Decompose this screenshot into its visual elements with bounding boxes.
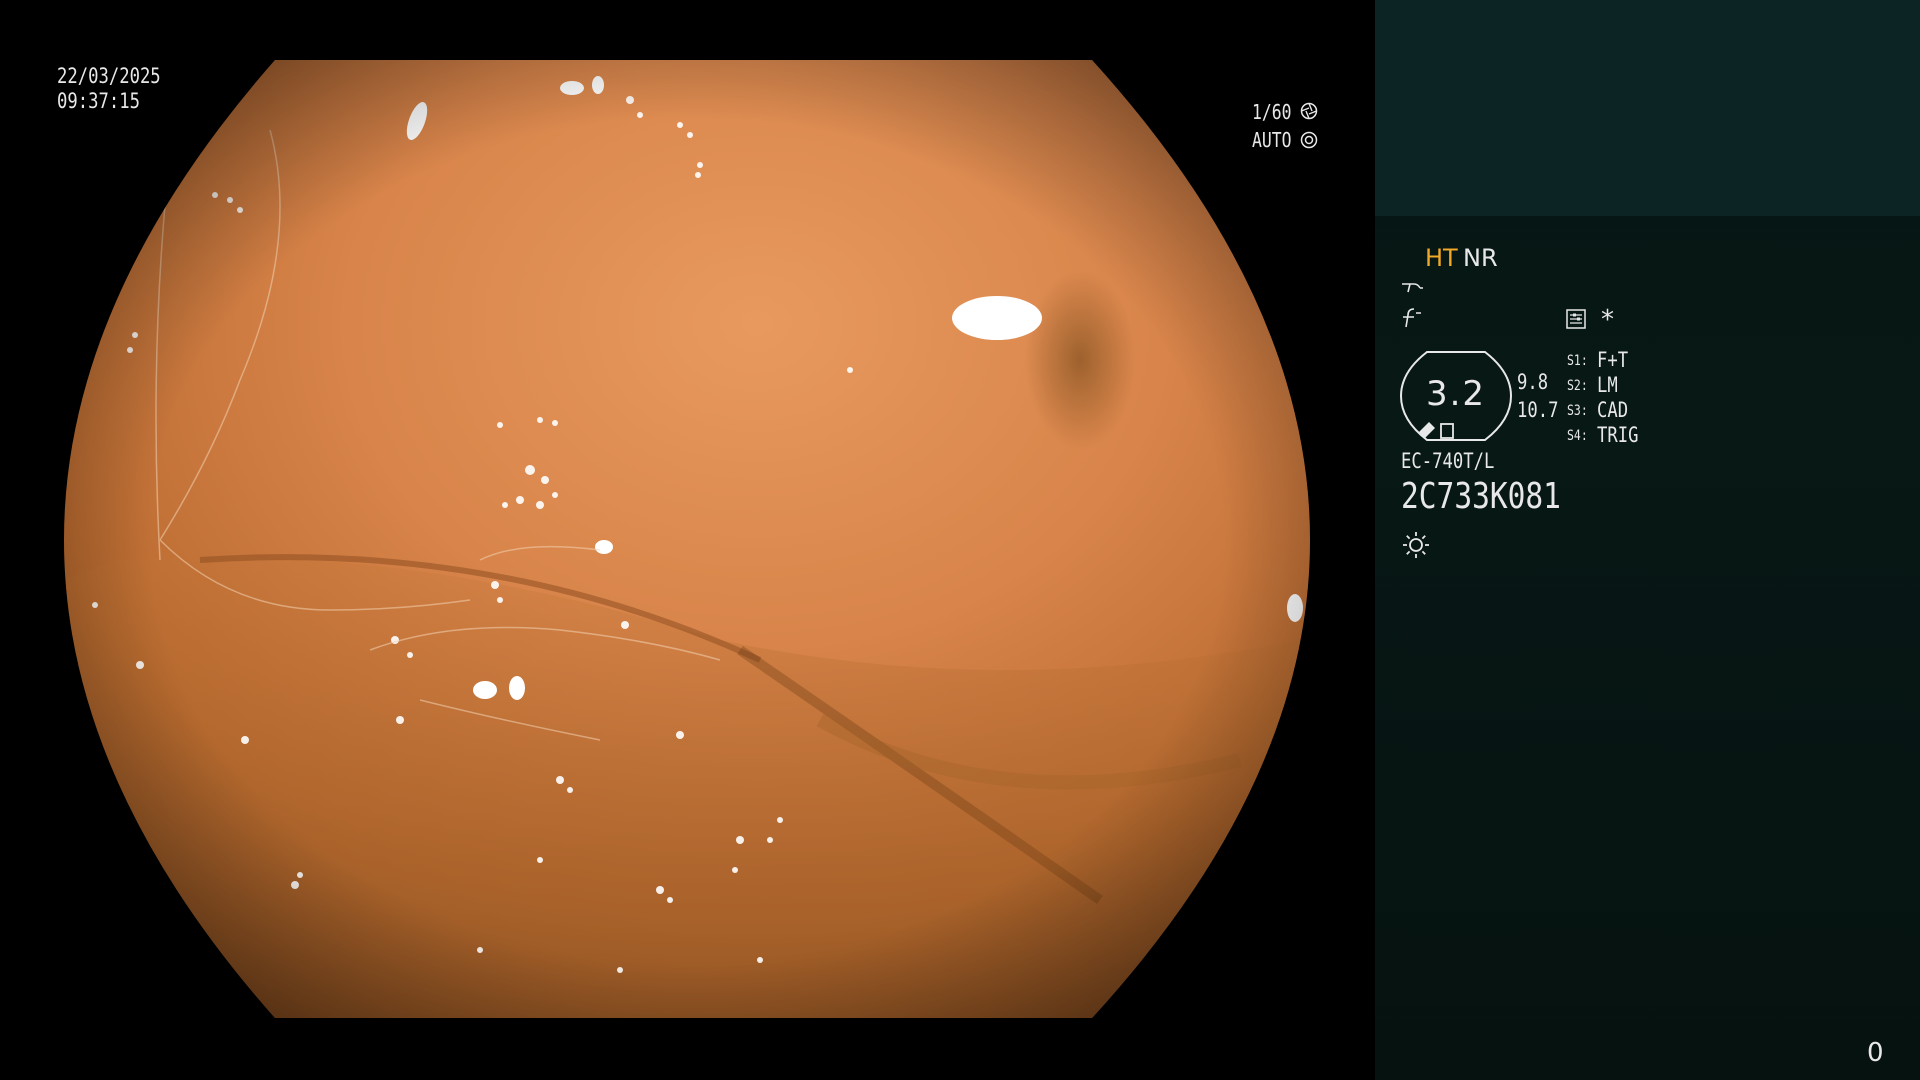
time-label: 09:37:15	[57, 89, 140, 113]
mode-ht-label: HT	[1425, 244, 1458, 272]
curve-icon	[1400, 307, 1424, 329]
serial-number: 2C733K081	[1401, 476, 1561, 517]
switch-value: CAD	[1597, 398, 1629, 422]
shutter-label: 1/60	[1252, 100, 1292, 124]
stiffness-icon	[1400, 278, 1424, 298]
asterisk-label: *	[1601, 305, 1614, 335]
endoscopic-image	[64, 60, 1310, 1018]
mode-nr-label: NR	[1463, 244, 1498, 272]
zoom-value: 3.2	[1425, 374, 1487, 414]
switch-key: S1:	[1567, 353, 1588, 369]
switch-key: S2:	[1567, 378, 1588, 394]
shutter-icon	[1300, 102, 1318, 120]
switch-key: S4:	[1567, 428, 1588, 444]
switch-key: S3:	[1567, 403, 1588, 419]
iris-icon	[1300, 131, 1318, 149]
scope-model-label: EC-740T/L	[1401, 449, 1495, 473]
settings-icon	[1565, 308, 1587, 330]
frame-counter: 0	[1867, 1038, 1884, 1068]
value-2: 10.7	[1517, 398, 1559, 422]
value-1: 9.8	[1517, 370, 1549, 394]
iris-mode-label: AUTO	[1252, 128, 1292, 152]
switch-value: LM	[1597, 373, 1618, 397]
info-panel: HT NR * 3.2 9.8 10.7 S1: F+T S2: LM S3: …	[1375, 0, 1920, 1080]
zoom-badge: 3.2	[1399, 350, 1513, 442]
endoscope-viewport: 22/03/2025 09:37:15 1/60 AUTO	[0, 0, 1375, 1080]
lamp-icon	[1401, 530, 1431, 560]
date-label: 22/03/2025	[57, 64, 161, 88]
switch-value: TRIG	[1597, 423, 1639, 447]
info-panel-header	[1375, 0, 1920, 216]
switch-value: F+T	[1597, 348, 1629, 372]
